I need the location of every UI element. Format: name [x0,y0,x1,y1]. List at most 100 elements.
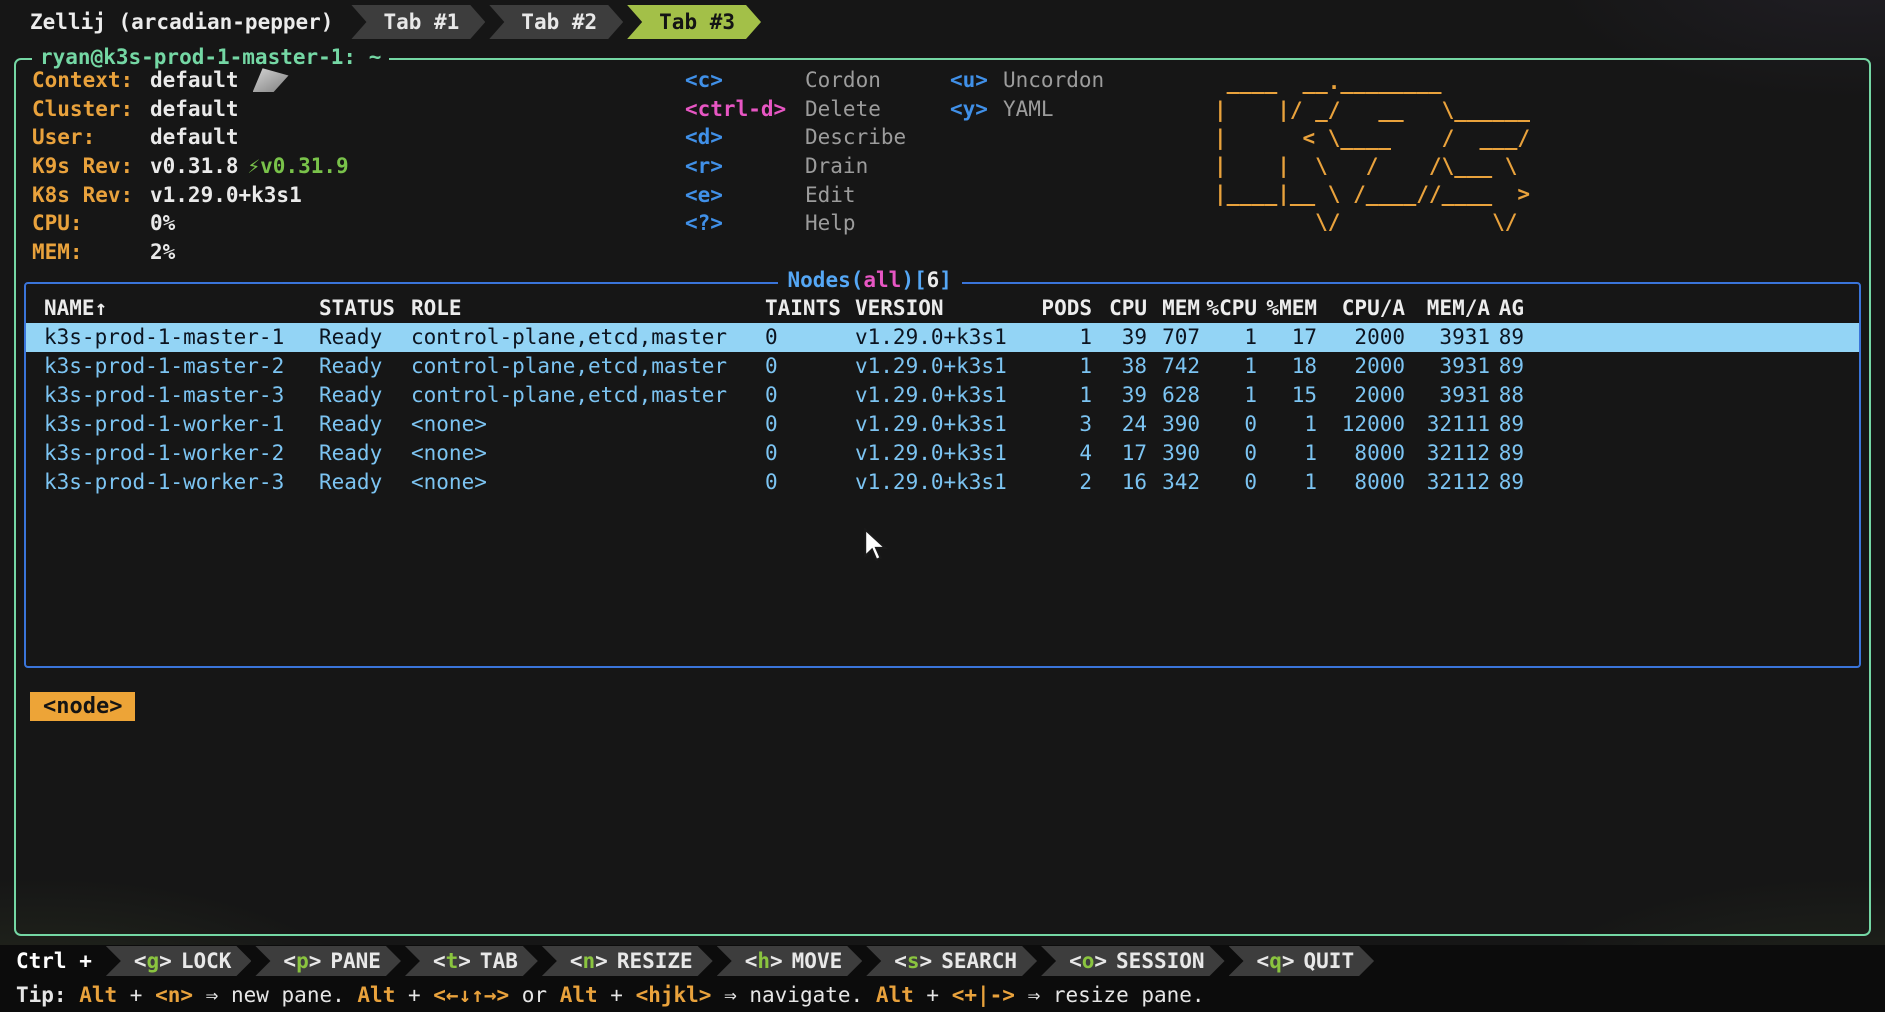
key-hint: Alt [357,983,395,1007]
col-mema: MEM/A [1405,294,1490,323]
menu-item-help: <?>Help [685,209,906,238]
info-label: CPU: [32,211,150,235]
col-pods: PODS [1036,294,1092,323]
cell-cpua: 8000 [1317,468,1405,497]
col-name: NAME↑ [44,294,319,323]
menu-key: <u> [950,68,1003,92]
cell-cpua: 2000 [1317,381,1405,410]
cell-pmem: 1 [1257,410,1317,439]
cell-mem: 628 [1147,381,1200,410]
cell-role: <none> [411,410,765,439]
cell-status: Ready [319,352,411,381]
tip-text: + [395,983,433,1007]
cell-pcpu: 0 [1200,410,1257,439]
tab-label: Tab #2 [521,10,597,34]
table-row[interactable]: k3s-prod-1-worker-2Ready<none>0v1.29.0+k… [26,439,1859,468]
tip-text: + [598,983,636,1007]
key-hint: Alt [560,983,598,1007]
cell-name: k3s-prod-1-master-2 [44,352,319,381]
terminal-pane[interactable]: ryan@k3s-prod-1-master-1: ~ Context:defa… [14,58,1871,936]
terminal-screen: Zellij (arcadian-pepper) Tab #1 Tab #2 T… [0,0,1885,1012]
mouse-cursor [862,528,892,562]
cell-pmem: 1 [1257,468,1317,497]
cell-pmem: 18 [1257,352,1317,381]
ribbon-label: RESIZE [617,949,693,973]
title-resource: Nodes( [788,268,864,292]
cell-cpu: 38 [1092,352,1147,381]
bracket: < [134,949,147,973]
ribbon-session[interactable]: <o>SESSION [1041,946,1224,976]
cell-age: 89 [1490,468,1524,497]
cell-mem: 390 [1147,410,1200,439]
table-row-selected[interactable]: k3s-prod-1-master-1Readycontrol-plane,et… [26,323,1859,352]
ribbon-resize[interactable]: <n>RESIZE [542,946,713,976]
menu-item-edit: <e>Edit [685,180,906,209]
cell-pcpu: 1 [1200,352,1257,381]
bracket: < [1257,949,1270,973]
cell-name: k3s-prod-1-master-1 [44,323,319,352]
cell-mema: 32111 [1405,410,1490,439]
col-role: ROLE [411,294,765,323]
ribbon-label: TAB [480,949,518,973]
cell-mema: 3931 [1405,381,1490,410]
key-hint: <hjkl> [636,983,712,1007]
cell-mem: 342 [1147,468,1200,497]
ribbon-search[interactable]: <s>SEARCH [866,946,1037,976]
col-status: STATUS [319,294,411,323]
cell-pmem: 17 [1257,323,1317,352]
k9s-menu-column-1: <c>Cordon <ctrl-d>Delete <d>Describe <r>… [685,66,906,238]
breadcrumb-node[interactable]: <node> [30,692,135,721]
cell-status: Ready [319,381,411,410]
tab-1[interactable]: Tab #1 [351,5,485,39]
shortcut-key: q [1269,949,1282,973]
cell-version: v1.29.0+k3s1 [855,323,1036,352]
menu-action: YAML [1003,97,1054,121]
menu-action: Describe [805,125,906,149]
cell-cpu: 17 [1092,439,1147,468]
menu-key: <c> [685,68,805,92]
tab-2[interactable]: Tab #2 [489,5,623,39]
cell-cpu: 16 [1092,468,1147,497]
context-icon [253,68,289,92]
ribbon-lock[interactable]: <g>LOCK [106,946,252,976]
tip-text: + [117,983,155,1007]
ribbon-label: PANE [330,949,381,973]
ribbon-move[interactable]: <h>MOVE [717,946,863,976]
tip-text: or [509,983,560,1007]
menu-action: Drain [805,154,868,178]
cell-taints: 0 [765,439,855,468]
col-pcpu: %CPU [1200,294,1257,323]
title-count: 6 [927,268,940,292]
table-row[interactable]: k3s-prod-1-worker-3Ready<none>0v1.29.0+k… [26,468,1859,497]
tip-text: ⇒ navigate. [711,983,875,1007]
bracket: > [159,949,172,973]
ribbon-pane[interactable]: <p>PANE [255,946,401,976]
menu-item-cordon: <c>Cordon [685,66,906,95]
tip-text: + [914,983,952,1007]
tab-label: Tab #3 [659,10,735,34]
table-row[interactable]: k3s-prod-1-master-2Readycontrol-plane,et… [26,352,1859,381]
cell-role: <none> [411,468,765,497]
table-row[interactable]: k3s-prod-1-worker-1Ready<none>0v1.29.0+k… [26,410,1859,439]
cell-pmem: 15 [1257,381,1317,410]
tab-3-active[interactable]: Tab #3 [627,5,761,39]
upgrade-version: ⚡v0.31.9 [248,154,349,178]
menu-action: Uncordon [1003,68,1104,92]
cell-cpu: 39 [1092,381,1147,410]
info-label: K9s Rev: [32,154,150,178]
bracket: > [1282,949,1295,973]
cell-mem: 390 [1147,439,1200,468]
cell-pods: 1 [1036,352,1092,381]
cell-pods: 3 [1036,410,1092,439]
cell-name: k3s-prod-1-worker-3 [44,468,319,497]
cell-version: v1.29.0+k3s1 [855,410,1036,439]
menu-action: Edit [805,183,856,207]
table-row[interactable]: k3s-prod-1-master-3Readycontrol-plane,et… [26,381,1859,410]
shortcut-key: p [296,949,309,973]
info-value: default [150,97,239,121]
cell-taints: 0 [765,352,855,381]
ribbon-tab[interactable]: <t>TAB [405,946,538,976]
ribbon-quit[interactable]: <q>QUIT [1229,946,1375,976]
cell-version: v1.29.0+k3s1 [855,468,1036,497]
title-bracket: )[ [901,268,926,292]
